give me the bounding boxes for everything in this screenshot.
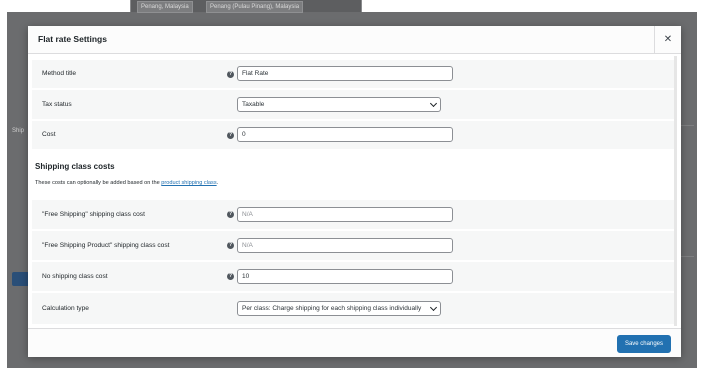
section-description: These costs can optionally be added base… (35, 180, 218, 186)
method-title-input[interactable]: Flat Rate (237, 66, 453, 81)
background-region-tag: Penang, Malaysia (137, 1, 193, 13)
section-heading: Shipping class costs (35, 162, 115, 171)
free-shipping-class-cost-input[interactable]: N/A (237, 207, 453, 222)
help-icon[interactable]: ? (227, 211, 234, 218)
modal-scrollbar[interactable] (674, 56, 677, 326)
tax-status-value: Taxable (242, 101, 265, 108)
free-shipping-product-class-cost-input[interactable]: N/A (237, 238, 453, 253)
cost-input[interactable]: 0 (237, 127, 453, 142)
calculation-type-value: Per class: Charge shipping for each ship… (242, 305, 422, 312)
cost-row: Cost ? 0 (32, 121, 675, 151)
free-shipping-product-class-cost-label: "Free Shipping Product" shipping class c… (42, 242, 170, 249)
save-changes-button[interactable]: Save changes (616, 335, 671, 353)
tax-status-select[interactable]: Taxable (237, 97, 441, 112)
help-icon[interactable]: ? (227, 242, 234, 249)
no-shipping-class-cost-row: No shipping class cost ? 10 (32, 262, 675, 293)
method-title-label: Method title (42, 70, 77, 77)
calculation-type-select[interactable]: Per class: Charge shipping for each ship… (237, 301, 441, 316)
method-title-row: Method title ? Flat Rate (32, 60, 675, 90)
tax-status-label: Tax status (42, 101, 72, 108)
free-shipping-product-class-cost-row: "Free Shipping Product" shipping class c… (32, 231, 675, 262)
background-region-tag: Penang (Pulau Pinang), Malaysia (206, 1, 304, 13)
modal-footer: Save changes (28, 328, 681, 357)
shipping-class-costs-section: Shipping class costs These costs can opt… (32, 151, 675, 199)
chevron-down-icon (429, 99, 438, 108)
free-shipping-class-cost-row: "Free Shipping" shipping class cost ? N/… (32, 200, 675, 231)
section-description-text: These costs can optionally be added base… (35, 180, 162, 186)
modal-body: Method title ? Flat Rate Tax status Taxa… (28, 54, 681, 329)
help-icon[interactable]: ? (227, 132, 234, 139)
free-shipping-class-cost-label: "Free Shipping" shipping class cost (42, 211, 145, 218)
section-description-end: . (216, 180, 219, 186)
background-shipping-label: Ship (12, 128, 25, 134)
background-region-tags: Penang, Malaysia Penang (Pulau Pinang), … (130, 0, 362, 13)
no-shipping-class-cost-label: No shipping class cost (42, 273, 108, 280)
modal-title: Flat rate Settings (38, 34, 107, 44)
help-icon[interactable]: ? (227, 71, 234, 78)
calculation-type-label: Calculation type (42, 305, 89, 312)
close-button[interactable]: ✕ (654, 26, 681, 53)
no-shipping-class-cost-input[interactable]: 10 (237, 269, 453, 284)
close-icon: ✕ (663, 34, 673, 45)
tax-status-row: Tax status Taxable (32, 90, 675, 121)
product-shipping-class-link[interactable]: product shipping class (161, 180, 216, 186)
calculation-type-row: Calculation type Per class: Charge shipp… (32, 293, 675, 326)
flat-rate-settings-modal: Flat rate Settings ✕ Method title ? Flat… (28, 26, 681, 357)
modal-header: Flat rate Settings ✕ (28, 26, 681, 54)
chevron-down-icon (429, 303, 438, 312)
background-table-edge (680, 125, 694, 257)
cost-label: Cost (42, 131, 56, 138)
help-icon[interactable]: ? (227, 273, 234, 280)
